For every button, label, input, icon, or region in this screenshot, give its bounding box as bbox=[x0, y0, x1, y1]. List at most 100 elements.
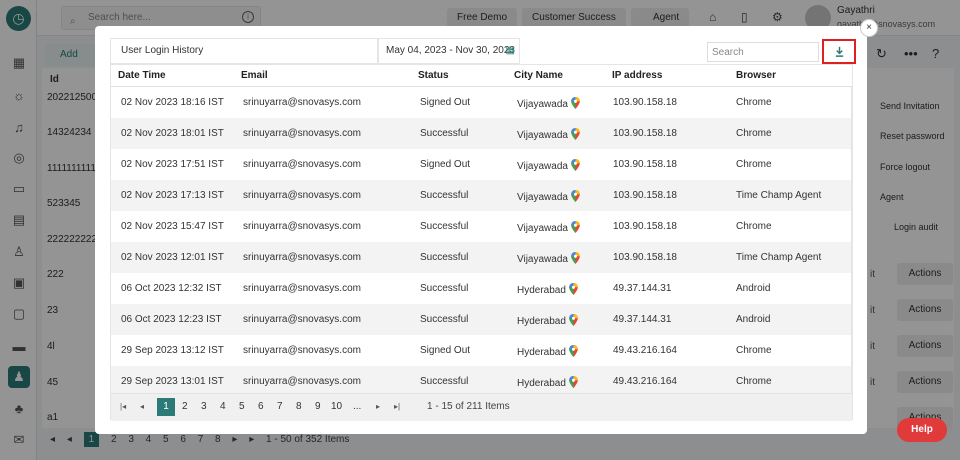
city-name: Hyderabad bbox=[517, 347, 566, 358]
browser-cell: Time Champ Agent bbox=[736, 190, 822, 201]
table-row: 29 Sep 2023 13:12 IST srinuyarra@snovasy… bbox=[111, 335, 852, 366]
first-page-icon[interactable]: |◂ bbox=[120, 402, 126, 411]
table-row: 06 Oct 2023 12:23 IST srinuyarra@snovasy… bbox=[111, 304, 852, 335]
more-pages[interactable]: ... bbox=[353, 401, 361, 412]
table-row: 29 Sep 2023 13:01 IST srinuyarra@snovasy… bbox=[111, 366, 852, 393]
column-header-datetime[interactable]: Date Time bbox=[118, 70, 166, 81]
page-number[interactable]: 9 bbox=[315, 401, 321, 412]
next-page-icon[interactable]: ▸ bbox=[376, 402, 380, 411]
browser-cell: Chrome bbox=[736, 159, 772, 170]
map-pin-icon[interactable] bbox=[571, 190, 580, 202]
status-cell: Successful bbox=[420, 314, 469, 325]
browser-cell: Chrome bbox=[736, 128, 772, 139]
ip-cell: 103.90.158.18 bbox=[613, 252, 677, 263]
email-cell: srinuyarra@snovasys.com bbox=[243, 159, 361, 170]
email-cell: srinuyarra@snovasys.com bbox=[243, 128, 361, 139]
browser-cell: Android bbox=[736, 314, 771, 325]
status-cell: Successful bbox=[420, 190, 469, 201]
email-cell: srinuyarra@snovasys.com bbox=[243, 314, 361, 325]
status-cell: Signed Out bbox=[420, 159, 471, 170]
city-name: Vijayawada bbox=[517, 99, 568, 110]
ip-cell: 49.37.144.31 bbox=[613, 314, 672, 325]
map-pin-icon[interactable] bbox=[571, 252, 580, 264]
page-number[interactable]: 10 bbox=[331, 401, 342, 412]
city-cell: Vijayawada bbox=[517, 97, 580, 110]
map-pin-icon[interactable] bbox=[569, 314, 578, 326]
status-cell: Signed Out bbox=[420, 345, 471, 356]
datetime-cell: 02 Nov 2023 15:47 IST bbox=[121, 221, 224, 232]
browser-cell: Android bbox=[736, 283, 771, 294]
ip-cell: 103.90.158.18 bbox=[613, 97, 677, 108]
datetime-cell: 02 Nov 2023 18:16 IST bbox=[121, 97, 224, 108]
login-history-grid: Date Time Email Status City Name IP addr… bbox=[110, 64, 853, 421]
datetime-cell: 02 Nov 2023 12:01 IST bbox=[121, 252, 224, 263]
email-cell: srinuyarra@snovasys.com bbox=[243, 252, 361, 263]
email-cell: srinuyarra@snovasys.com bbox=[243, 376, 361, 387]
help-button[interactable]: Help bbox=[897, 418, 947, 442]
page-number[interactable]: 7 bbox=[277, 401, 283, 412]
status-cell: Successful bbox=[420, 376, 469, 387]
grid-header: Date Time Email Status City Name IP addr… bbox=[111, 65, 852, 87]
datetime-cell: 02 Nov 2023 18:01 IST bbox=[121, 128, 224, 139]
page-number[interactable]: 6 bbox=[258, 401, 264, 412]
last-page-icon[interactable]: ▸| bbox=[394, 402, 400, 411]
grid-scrollbar[interactable] bbox=[851, 87, 852, 393]
map-pin-icon[interactable] bbox=[569, 345, 578, 357]
email-cell: srinuyarra@snovasys.com bbox=[243, 345, 361, 356]
calendar-icon[interactable]: ▦ bbox=[506, 39, 515, 63]
page-number[interactable]: 3 bbox=[201, 401, 207, 412]
map-pin-icon[interactable] bbox=[569, 376, 578, 388]
map-pin-icon[interactable] bbox=[571, 128, 580, 140]
prev-page-icon[interactable]: ◂ bbox=[140, 402, 144, 411]
email-cell: srinuyarra@snovasys.com bbox=[243, 283, 361, 294]
city-name: Vijayawada bbox=[517, 254, 568, 265]
column-header-email[interactable]: Email bbox=[241, 70, 268, 81]
ip-cell: 103.90.158.18 bbox=[613, 159, 677, 170]
browser-cell: Chrome bbox=[736, 345, 772, 356]
map-pin-icon[interactable] bbox=[571, 159, 580, 171]
date-range-picker[interactable]: May 04, 2023 - Nov 30, 2023 ▦ bbox=[378, 38, 520, 64]
map-pin-icon[interactable] bbox=[571, 221, 580, 233]
city-cell: Vijayawada bbox=[517, 190, 580, 203]
column-header-ip[interactable]: IP address bbox=[612, 70, 662, 81]
city-name: Vijayawada bbox=[517, 161, 568, 172]
table-row: 02 Nov 2023 17:51 IST srinuyarra@snovasy… bbox=[111, 149, 852, 180]
table-row: 02 Nov 2023 15:47 IST srinuyarra@snovasy… bbox=[111, 211, 852, 242]
email-cell: srinuyarra@snovasys.com bbox=[243, 190, 361, 201]
datetime-cell: 02 Nov 2023 17:13 IST bbox=[121, 190, 224, 201]
city-name: Hyderabad bbox=[517, 285, 566, 296]
table-row: 02 Nov 2023 12:01 IST srinuyarra@snovasy… bbox=[111, 242, 852, 273]
status-cell: Signed Out bbox=[420, 97, 471, 108]
ip-cell: 103.90.158.18 bbox=[613, 221, 677, 232]
datetime-cell: 29 Sep 2023 13:12 IST bbox=[121, 345, 224, 356]
map-pin-icon[interactable] bbox=[571, 97, 580, 109]
page-number[interactable]: 8 bbox=[296, 401, 302, 412]
city-cell: Hyderabad bbox=[517, 345, 578, 358]
pager-info: 1 - 15 of 211 Items bbox=[427, 401, 510, 412]
city-cell: Hyderabad bbox=[517, 283, 578, 296]
city-name: Vijayawada bbox=[517, 192, 568, 203]
page-number[interactable]: 5 bbox=[239, 401, 245, 412]
date-range-value: May 04, 2023 - Nov 30, 2023 bbox=[386, 45, 515, 56]
browser-cell: Time Champ Agent bbox=[736, 252, 822, 263]
column-header-status[interactable]: Status bbox=[418, 70, 449, 81]
column-header-browser[interactable]: Browser bbox=[736, 70, 776, 81]
map-pin-icon[interactable] bbox=[569, 283, 578, 295]
column-header-city[interactable]: City Name bbox=[514, 70, 563, 81]
help-label: Help bbox=[911, 424, 933, 435]
email-cell: srinuyarra@snovasys.com bbox=[243, 97, 361, 108]
download-button[interactable] bbox=[822, 39, 856, 64]
table-row: 06 Oct 2023 12:32 IST srinuyarra@snovasy… bbox=[111, 273, 852, 304]
status-cell: Successful bbox=[420, 128, 469, 139]
page-number[interactable]: 2 bbox=[182, 401, 188, 412]
city-name: Hyderabad bbox=[517, 316, 566, 327]
page-number-current[interactable]: 1 bbox=[157, 398, 175, 416]
datetime-cell: 06 Oct 2023 12:23 IST bbox=[121, 314, 222, 325]
close-icon[interactable]: × bbox=[860, 19, 878, 37]
page-number[interactable]: 4 bbox=[220, 401, 226, 412]
city-name: Vijayawada bbox=[517, 223, 568, 234]
grid-pager: |◂ ◂ 1 2 3 4 5 6 7 8 9 10 ... ▸ ▸| 1 - 1… bbox=[111, 393, 852, 421]
search-input[interactable] bbox=[707, 42, 819, 62]
datetime-cell: 29 Sep 2023 13:01 IST bbox=[121, 376, 224, 387]
city-name: Vijayawada bbox=[517, 130, 568, 141]
